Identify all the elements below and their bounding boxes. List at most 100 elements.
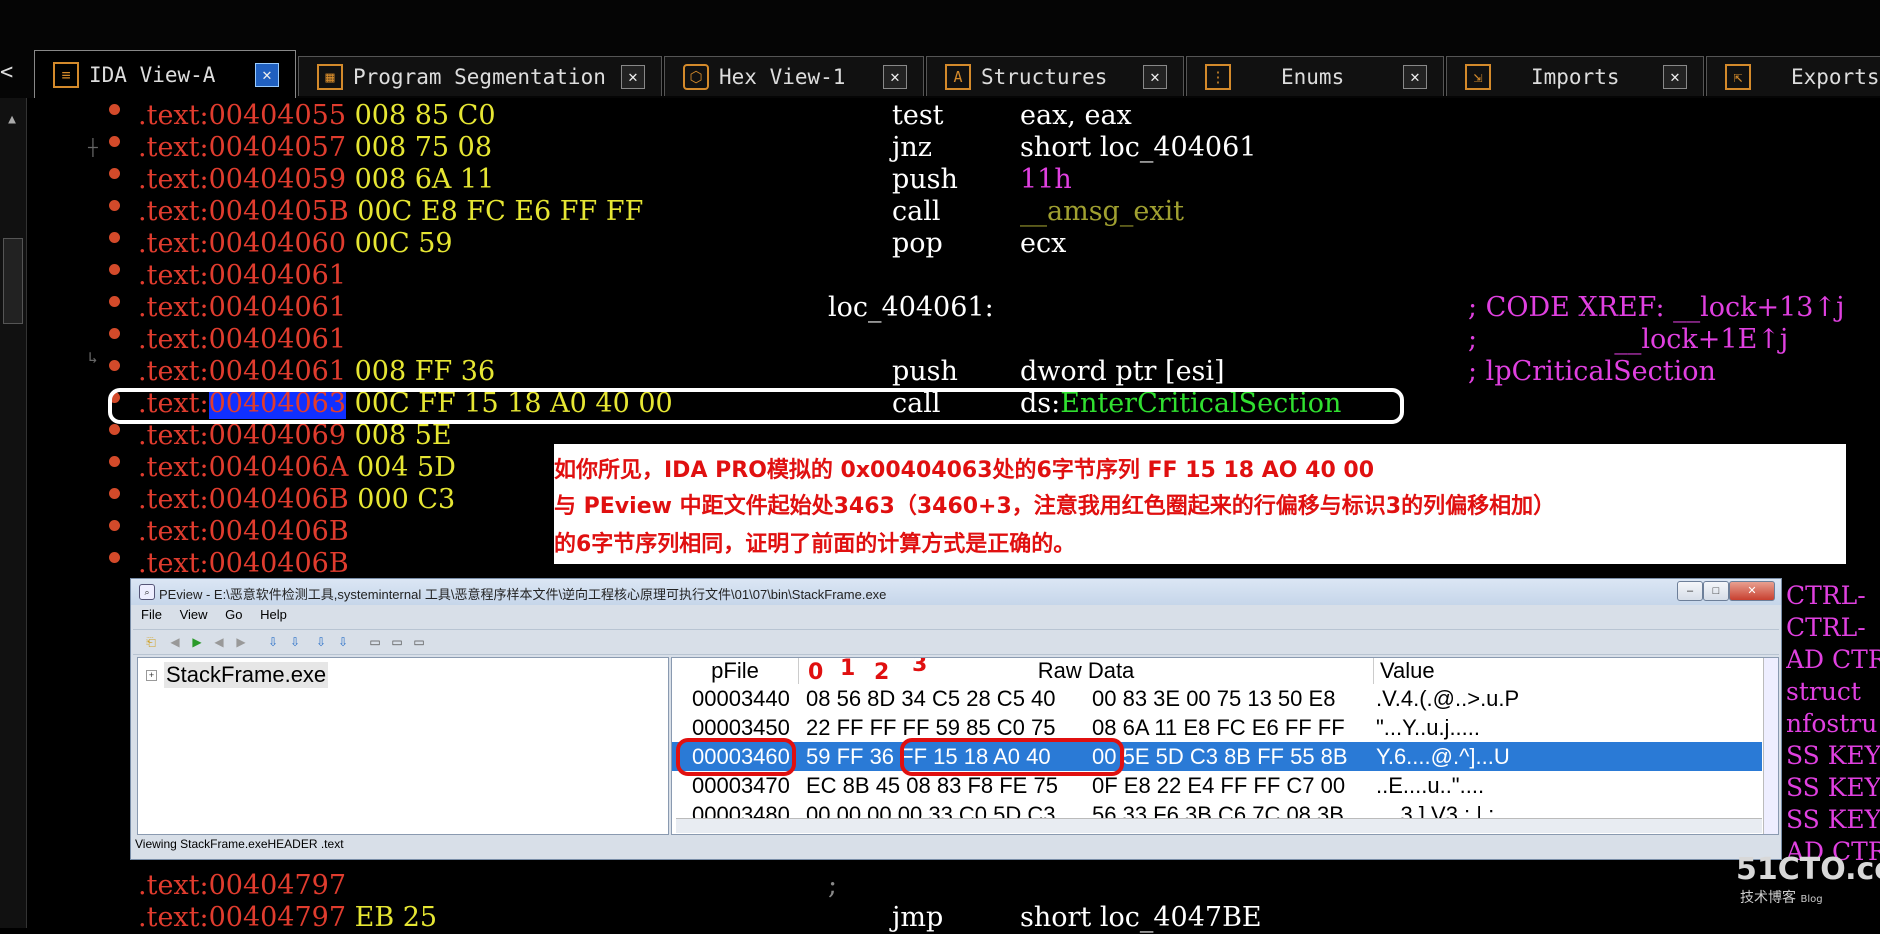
- file-tree[interactable]: + StackFrame.exe: [137, 657, 669, 835]
- tab-label: Hex View-1: [719, 64, 846, 89]
- disasm-line[interactable]: .text:00404069 008 5E: [138, 420, 452, 452]
- hex-grid[interactable]: pFile Raw Data Value 0 1 2 3 00003440 08 …: [671, 657, 1779, 835]
- breakpoint-dot[interactable]: [109, 136, 120, 147]
- table-row[interactable]: 00003480 00 00 00 00 33 C0 5D C3 56 33 F6 …: [672, 800, 1762, 818]
- breakpoint-dot[interactable]: [109, 200, 120, 211]
- breakpoint-dot[interactable]: [109, 456, 120, 467]
- breakpoint-dot[interactable]: [109, 424, 120, 435]
- close-icon[interactable]: ✕: [621, 64, 645, 89]
- flow-arrow-icon: ↳: [88, 348, 98, 367]
- flow-branch-icon: ┼: [88, 138, 98, 157]
- structures-icon: A: [945, 63, 971, 90]
- disasm-line[interactable]: .text:0040406B: [138, 516, 349, 548]
- go-to-section-icon[interactable]: ⇩: [287, 634, 303, 650]
- tab-enums[interactable]: ⋮ Enums ✕: [1186, 56, 1444, 96]
- header-pfile[interactable]: pFile: [672, 658, 799, 684]
- go-to-header-icon[interactable]: ⇩: [265, 634, 281, 650]
- breakpoint-dot[interactable]: [109, 520, 120, 531]
- grid-horizontal-scrollbar[interactable]: [676, 818, 1762, 833]
- minimize-button[interactable]: –: [1677, 581, 1703, 601]
- tab-label: Structures: [981, 64, 1108, 89]
- annotation-note: 如你所见，IDA PRO模拟的 0x00404063处的6字节序列 FF 15 …: [554, 444, 1846, 564]
- watermark: 51CTO.com 技术博客 Blog: [1736, 852, 1880, 906]
- grid-vertical-scrollbar[interactable]: [1763, 658, 1778, 834]
- scrollbar-thumb[interactable]: [3, 238, 23, 324]
- disasm-line[interactable]: .text:0040406A 004 5D: [138, 452, 456, 484]
- header-value[interactable]: Value: [1374, 658, 1771, 684]
- disasm-line[interactable]: .text:00404061 loc_404061:; CODE XREF: __…: [138, 292, 1878, 324]
- tab-exports[interactable]: ⇱ Exports: [1706, 56, 1880, 96]
- menu-go[interactable]: Go: [225, 607, 242, 622]
- breakpoint-gutter[interactable]: ┼ ↳: [88, 98, 130, 928]
- breakpoint-dot[interactable]: [109, 552, 120, 563]
- disasm-line[interactable]: .text:00404060 00C 59 pop ecx: [138, 228, 1066, 260]
- breakpoint-dot[interactable]: [109, 104, 120, 115]
- scroll-up-icon[interactable]: ▲: [2, 112, 22, 132]
- menu-help[interactable]: Help: [260, 607, 287, 622]
- annotation-ring-white: [108, 388, 1404, 424]
- disasm-line[interactable]: .text:00404059 008 6A 11 push 11h: [138, 164, 1072, 196]
- view-dword-icon[interactable]: ▭: [411, 634, 427, 650]
- maximize-button[interactable]: □: [1703, 581, 1729, 601]
- note-line-1: 如你所见，IDA PRO模拟的 0x00404063处的6字节序列 FF 15 …: [554, 458, 1375, 483]
- note-line-3: 的6字节序列相同，证明了前面的计算方式是正确的。: [554, 532, 1076, 557]
- peview-window[interactable]: ⌕ PEview - E:\恶意软件检测工具,systeminternal 工具…: [130, 578, 1782, 860]
- tab-scroll-left-icon[interactable]: <: [0, 60, 13, 85]
- go-to-import-icon[interactable]: ⇩: [313, 634, 329, 650]
- tab-label: Imports: [1531, 64, 1620, 89]
- breakpoint-dot[interactable]: [109, 264, 120, 275]
- menu-view[interactable]: View: [180, 607, 208, 622]
- close-icon[interactable]: ✕: [883, 64, 907, 89]
- vertical-scrollbar[interactable]: ▲: [0, 98, 27, 928]
- breakpoint-dot[interactable]: [109, 232, 120, 243]
- disasm-line[interactable]: .text:00404055 008 85 C0 test eax, eax: [138, 100, 1132, 132]
- breakpoint-dot[interactable]: [109, 168, 120, 179]
- table-row[interactable]: 00003450 22 FF FF FF 59 85 C0 75 08 6A 11 …: [672, 713, 1762, 742]
- tab-hex-view-1[interactable]: ⬡ Hex View-1 ✕: [664, 56, 924, 96]
- tree-node-stackframe[interactable]: StackFrame.exe: [164, 662, 329, 688]
- close-icon[interactable]: ✕: [255, 62, 279, 87]
- menu-file[interactable]: File: [141, 607, 162, 622]
- disasm-line[interactable]: .text:00404061; __lock+1E↑j: [138, 324, 1878, 356]
- tab-label: Program Segmentation: [353, 64, 606, 89]
- breakpoint-dot[interactable]: [109, 328, 120, 339]
- view-byte-icon[interactable]: ▭: [367, 634, 383, 650]
- view-word-icon[interactable]: ▭: [389, 634, 405, 650]
- close-button[interactable]: ✕: [1729, 581, 1775, 601]
- disasm-line[interactable]: .text:00404797 EB 25 jmp short loc_4047BE: [138, 902, 1438, 934]
- window-title: PEview - E:\恶意软件检测工具,systeminternal 工具\恶…: [159, 587, 887, 602]
- disasm-line[interactable]: .text:0040406B 000 C3: [138, 484, 455, 516]
- tab-imports[interactable]: ⇲ Imports ✕: [1446, 56, 1704, 96]
- peview-title-bar[interactable]: ⌕ PEview - E:\恶意软件检测工具,systeminternal 工具…: [131, 579, 1781, 605]
- disasm-line[interactable]: .text:00404797;: [138, 870, 1438, 902]
- annotation-ring-red-offset: [676, 738, 796, 776]
- breakpoint-dot[interactable]: [109, 360, 120, 371]
- close-icon[interactable]: ✕: [1663, 64, 1687, 89]
- back-icon[interactable]: ◀: [167, 634, 183, 650]
- open-file-icon[interactable]: ⎗: [143, 634, 159, 650]
- toolbar: ⎗ ◀ ▶ ◀ ▶ ⇩ ⇩ ⇩ ⇩ ▭ ▭ ▭: [133, 629, 1779, 655]
- column-mark-0: 0: [808, 660, 824, 685]
- tab-ida-view-a[interactable]: ≡ IDA View-A ✕: [34, 50, 296, 98]
- disasm-line[interactable]: .text:00404057 008 75 08 jnz short loc_404…: [138, 132, 1256, 164]
- disasm-line[interactable]: .text:0040405B 00C E8 FC E6 FF FF call __a…: [138, 196, 1184, 228]
- close-icon[interactable]: ✕: [1143, 64, 1167, 89]
- go-to-export-icon[interactable]: ⇩: [335, 634, 351, 650]
- table-row[interactable]: 00003440 08 56 8D 34 C5 28 C5 40 00 83 3E …: [672, 684, 1762, 713]
- tab-structures[interactable]: A Structures ✕: [926, 56, 1184, 96]
- breakpoint-dot[interactable]: [109, 296, 120, 307]
- disasm-line[interactable]: .text:00404061 008 FF 36 push dword ptr [e…: [138, 356, 1878, 388]
- previous-icon[interactable]: ◀: [211, 634, 227, 650]
- disasm-line[interactable]: .text:0040406B: [138, 548, 349, 580]
- next-icon[interactable]: ▶: [233, 634, 249, 650]
- close-icon[interactable]: ✕: [1403, 64, 1427, 89]
- table-row[interactable]: 00003470 EC 8B 45 08 83 F8 FE 75 0F E8 22 …: [672, 771, 1762, 800]
- breakpoint-dot[interactable]: [109, 488, 120, 499]
- table-row-selected[interactable]: 00003460 59 FF 36 FF 15 18 A0 40 00 5E 5D …: [672, 742, 1762, 771]
- tab-label: Enums: [1281, 64, 1345, 89]
- forward-icon[interactable]: ▶: [189, 634, 205, 650]
- expand-icon[interactable]: +: [146, 670, 157, 681]
- status-bar: Viewing StackFrame.exeHEADER .text: [135, 837, 344, 851]
- tab-program-segmentation[interactable]: ▦ Program Segmentation ✕: [298, 56, 662, 96]
- disasm-line[interactable]: .text:00404061: [138, 260, 346, 292]
